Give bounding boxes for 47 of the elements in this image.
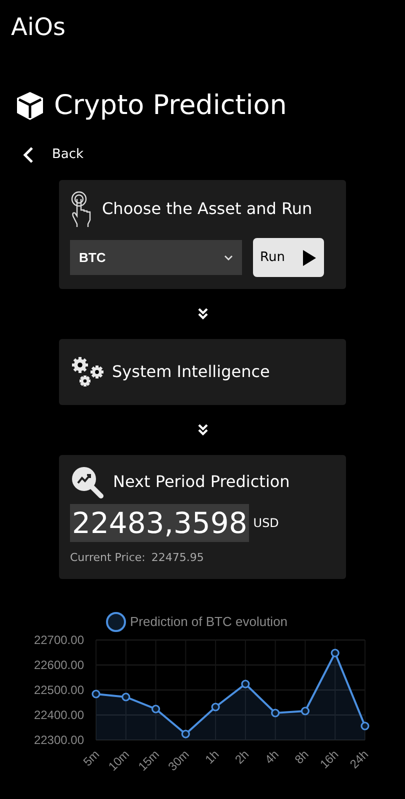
dropdown-caret-icon (224, 254, 233, 260)
y-tick-label: 22300.00 (34, 732, 84, 746)
y-tick-label: 22500.00 (34, 682, 84, 696)
y-tick-label: 22600.00 (34, 658, 84, 672)
x-tick-label: 15m (136, 746, 162, 774)
page-title: Crypto Prediction (54, 89, 287, 123)
x-tick-label: 1h (202, 746, 222, 766)
legend-marker (106, 612, 126, 632)
x-tick-label: 30m (165, 746, 192, 774)
current-price-label: Current Price: (70, 550, 146, 566)
x-tick-label: 10m (106, 746, 132, 774)
data-point (271, 708, 280, 717)
data-point (360, 721, 370, 730)
data-point (92, 689, 100, 698)
data-point (151, 704, 160, 713)
x-tick-label: 2h (232, 746, 252, 766)
x-tick-label: 24h (347, 746, 372, 771)
asset-select[interactable]: BTC (70, 240, 242, 275)
data-point (300, 706, 310, 715)
data-point (241, 679, 250, 688)
play-icon (302, 250, 316, 266)
gears-icon (70, 355, 106, 389)
back-chevron-icon (22, 146, 34, 164)
double-chevron-icon (196, 308, 208, 320)
x-tick-label: 5m (80, 746, 102, 768)
data-point (330, 648, 340, 657)
run-button[interactable]: Run (253, 238, 324, 277)
current-price-value: 22475.95 (151, 550, 204, 566)
data-point (122, 692, 130, 701)
y-tick-label: 22700.00 (34, 632, 84, 646)
data-point (181, 729, 190, 738)
step-title: Next Period Prediction (113, 471, 290, 493)
step-title: Choose the Asset and Run (102, 198, 312, 220)
x-tick-label: 4h (262, 746, 282, 766)
cube-icon (14, 90, 46, 122)
app-title: AiOs (11, 13, 66, 41)
magnifier-trend-icon (70, 465, 104, 499)
x-tick-label: 8h (292, 746, 312, 766)
double-chevron-icon (196, 424, 208, 436)
predicted-value: 22483,3598 (70, 504, 250, 542)
back-link[interactable]: Back (22, 145, 84, 165)
data-point (211, 702, 220, 711)
step-title: System Intelligence (112, 361, 270, 383)
y-tick-label: 22400.00 (34, 708, 84, 722)
x-tick-label: 16h (317, 746, 342, 771)
legend-label: Prediction of BTC evolution (130, 614, 288, 628)
currency-unit: USD (253, 515, 279, 532)
